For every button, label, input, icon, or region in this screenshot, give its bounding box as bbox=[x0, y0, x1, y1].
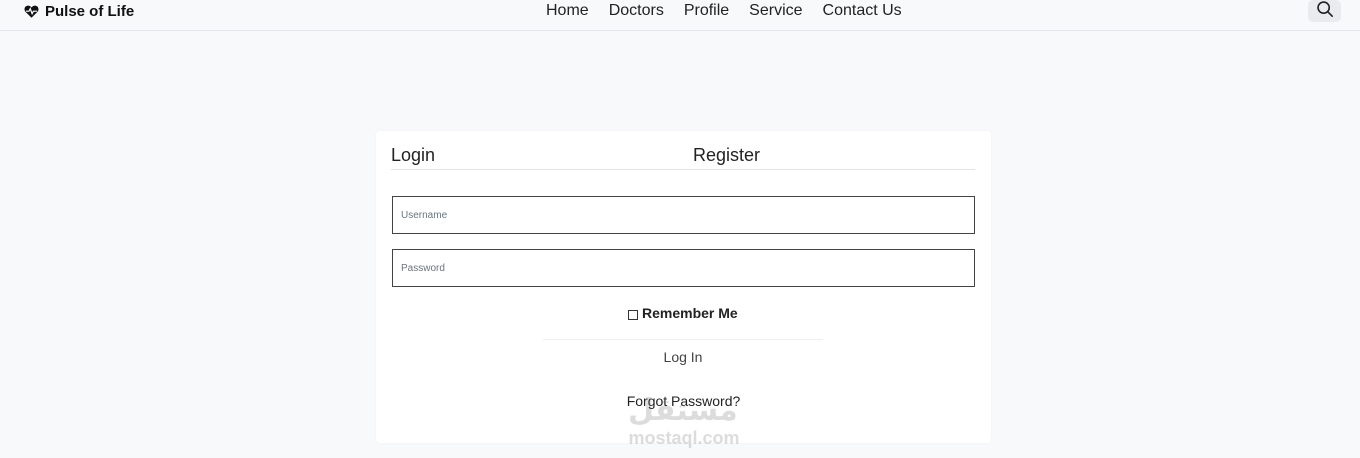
heart-pulse-icon bbox=[24, 5, 39, 18]
remember-me-checkbox[interactable] bbox=[628, 310, 638, 320]
nav-link-contact-us[interactable]: Contact Us bbox=[813, 1, 912, 21]
navbar: Pulse of Life Home Doctors Profile Servi… bbox=[0, 0, 1360, 31]
auth-tabs: Login Register bbox=[391, 141, 975, 170]
nav-link-service[interactable]: Service bbox=[739, 1, 812, 21]
brand-logo[interactable]: Pulse of Life bbox=[24, 1, 134, 21]
nav-link-profile[interactable]: Profile bbox=[674, 1, 739, 21]
brand-name: Pulse of Life bbox=[45, 2, 135, 20]
remember-me: Remember Me bbox=[628, 304, 738, 322]
password-input[interactable] bbox=[392, 249, 975, 287]
tab-login[interactable]: Login bbox=[391, 145, 435, 166]
username-input[interactable] bbox=[392, 196, 975, 234]
forgot-password-link[interactable]: Forgot Password? bbox=[376, 393, 991, 409]
tab-register[interactable]: Register bbox=[693, 145, 760, 166]
search-button[interactable] bbox=[1308, 0, 1341, 22]
watermark-latin-text: mostaql.com bbox=[628, 428, 740, 448]
nav-link-home[interactable]: Home bbox=[536, 1, 599, 21]
search-icon bbox=[1316, 0, 1334, 23]
auth-card: Login Register Remember Me Log In Forgot… bbox=[376, 131, 991, 448]
nav-link-doctors[interactable]: Doctors bbox=[599, 1, 674, 21]
nav-links: Home Doctors Profile Service Contact Us bbox=[536, 0, 912, 22]
remember-me-label[interactable]: Remember Me bbox=[642, 305, 738, 321]
login-button[interactable]: Log In bbox=[543, 339, 823, 373]
